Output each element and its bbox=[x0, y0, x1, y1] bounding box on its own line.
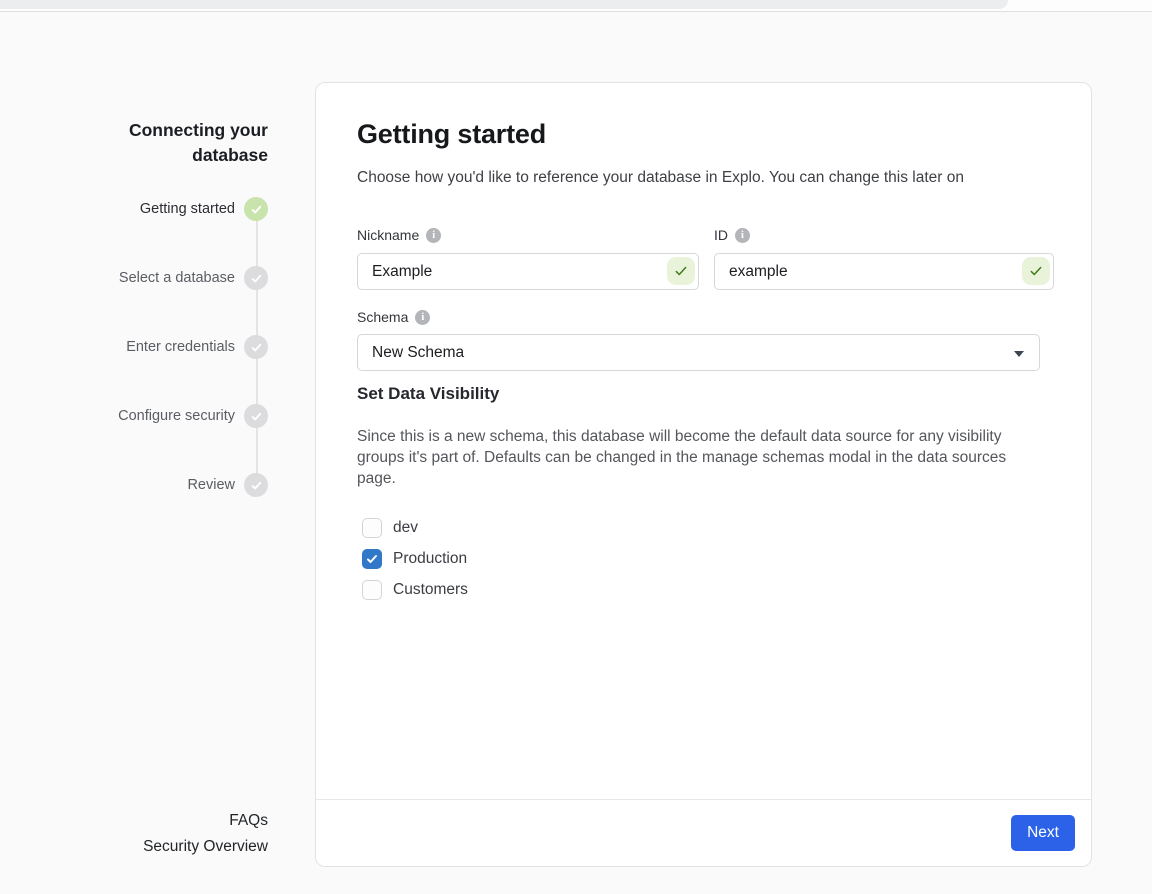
data-visibility-description: Since this is a new schema, this databas… bbox=[357, 427, 1049, 489]
checkbox-label: Production bbox=[393, 550, 467, 568]
info-icon[interactable]: i bbox=[735, 228, 750, 243]
nickname-label: Nickname i bbox=[357, 227, 441, 243]
valid-check-icon bbox=[674, 264, 688, 278]
next-button[interactable]: Next bbox=[1011, 815, 1075, 851]
faqs-link[interactable]: FAQs bbox=[229, 812, 268, 830]
id-label: ID i bbox=[714, 227, 750, 243]
step-configure-security: Configure security bbox=[118, 404, 268, 428]
id-valid-badge bbox=[1022, 257, 1050, 285]
page-subtitle: Choose how you'd like to reference your … bbox=[357, 169, 1062, 187]
nickname-input[interactable] bbox=[357, 253, 699, 290]
getting-started-card: Getting started Choose how you'd like to… bbox=[315, 82, 1092, 867]
card-footer: Next bbox=[316, 799, 1091, 866]
valid-check-icon bbox=[1029, 264, 1043, 278]
step-label: Enter credentials bbox=[126, 339, 235, 355]
step-label: Select a database bbox=[119, 270, 235, 286]
step-label: Review bbox=[187, 477, 235, 493]
checkbox-label: Customers bbox=[393, 581, 468, 599]
data-visibility-heading: Set Data Visibility bbox=[357, 384, 499, 404]
check-icon bbox=[366, 553, 378, 565]
schema-label-text: Schema bbox=[357, 309, 408, 325]
wizard-sidebar: Connecting your database Getting started… bbox=[0, 0, 268, 894]
step-select-database: Select a database bbox=[119, 266, 268, 290]
info-icon[interactable]: i bbox=[426, 228, 441, 243]
production-checkbox[interactable] bbox=[362, 549, 382, 569]
visibility-group-row: Customers bbox=[362, 579, 468, 600]
page-title: Getting started bbox=[357, 119, 546, 150]
step-review: Review bbox=[187, 473, 268, 497]
step-label: Configure security bbox=[118, 408, 235, 424]
check-icon bbox=[244, 473, 268, 497]
checkbox-label: dev bbox=[393, 519, 418, 537]
schema-select-value: New Schema bbox=[372, 344, 464, 362]
security-overview-link[interactable]: Security Overview bbox=[143, 838, 268, 856]
nickname-label-text: Nickname bbox=[357, 227, 419, 243]
schema-label: Schema i bbox=[357, 309, 430, 325]
id-label-text: ID bbox=[714, 227, 728, 243]
info-icon[interactable]: i bbox=[415, 310, 430, 325]
dev-checkbox[interactable] bbox=[362, 518, 382, 538]
step-enter-credentials: Enter credentials bbox=[126, 335, 268, 359]
visibility-group-row: Production bbox=[362, 548, 467, 569]
check-icon bbox=[244, 335, 268, 359]
check-icon bbox=[244, 266, 268, 290]
wizard-title: Connecting your database bbox=[88, 118, 268, 168]
customers-checkbox[interactable] bbox=[362, 580, 382, 600]
check-icon bbox=[244, 197, 268, 221]
step-label: Getting started bbox=[140, 201, 235, 217]
nickname-valid-badge bbox=[667, 257, 695, 285]
id-input[interactable] bbox=[714, 253, 1054, 290]
step-getting-started: Getting started bbox=[140, 197, 268, 221]
schema-select[interactable]: New Schema bbox=[357, 334, 1040, 371]
chevron-down-icon bbox=[1014, 351, 1024, 357]
visibility-group-row: dev bbox=[362, 517, 418, 538]
check-icon bbox=[244, 404, 268, 428]
page: Connecting your database Getting started… bbox=[0, 0, 1152, 894]
